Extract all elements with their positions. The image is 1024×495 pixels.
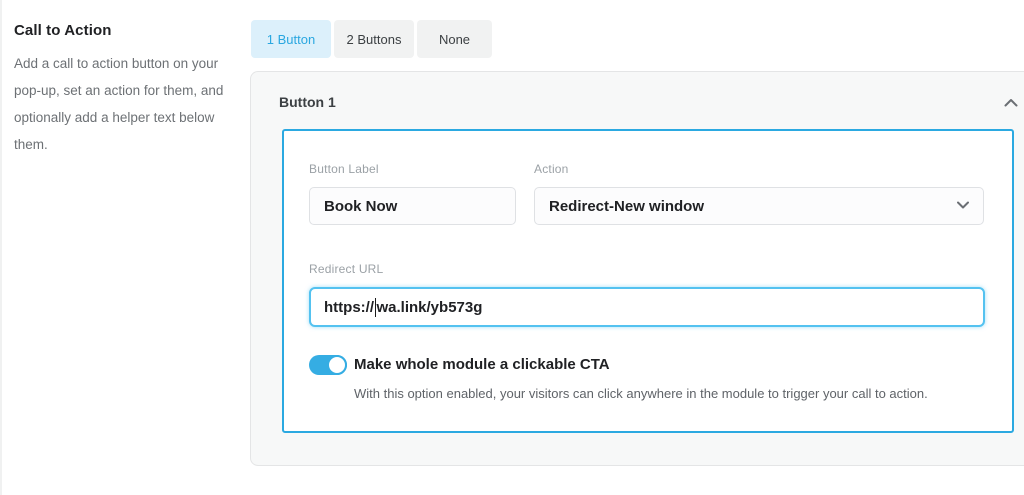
toggle-helper-text: With this option enabled, your visitors … [354,386,928,401]
description-line: Add a call to action button on your [14,56,219,71]
toggle-knob [327,355,347,375]
button-label-input[interactable] [309,187,516,225]
redirect-url-input[interactable]: https://wa.link/yb573g [309,287,985,327]
button-count-tabs: 1 Button 2 Buttons None [251,20,492,58]
button1-panel: Button 1 Button Label Action Redirect-Ne… [250,71,1024,466]
panel-edge-divider [0,0,2,495]
panel-title: Button 1 [279,94,336,110]
description-line: pop-up, set an action for them, and [14,83,224,98]
action-select[interactable]: Redirect-New window [534,187,984,225]
action-field-label: Action [534,162,569,176]
tab-1-button[interactable]: 1 Button [251,20,331,58]
chevron-down-icon [957,201,969,209]
collapse-button[interactable] [999,90,1023,114]
cta-settings-page: Call to Action Add a call to action butt… [0,0,1024,495]
redirect-url-label: Redirect URL [309,262,384,276]
action-select-value: Redirect-New window [549,197,705,215]
section-description: Add a call to action button on your pop-… [14,50,228,158]
section-title: Call to Action [14,22,112,39]
toggle-label: Make whole module a clickable CTA [354,356,610,373]
section-description-column: Call to Action Add a call to action butt… [14,22,228,158]
url-text-before-caret: https:// [324,298,374,316]
tab-none[interactable]: None [417,20,492,58]
tab-2-buttons[interactable]: 2 Buttons [334,20,414,58]
description-line: optionally add a helper text below [14,110,215,125]
button-label-field-label: Button Label [309,162,379,176]
module-cta-toggle[interactable] [309,355,347,375]
chevron-up-icon [1004,98,1018,107]
cta-settings-box: Button Label Action Redirect-New window … [282,129,1014,433]
url-text-after-caret: wa.link/yb573g [376,298,483,316]
description-line: them. [14,137,48,152]
